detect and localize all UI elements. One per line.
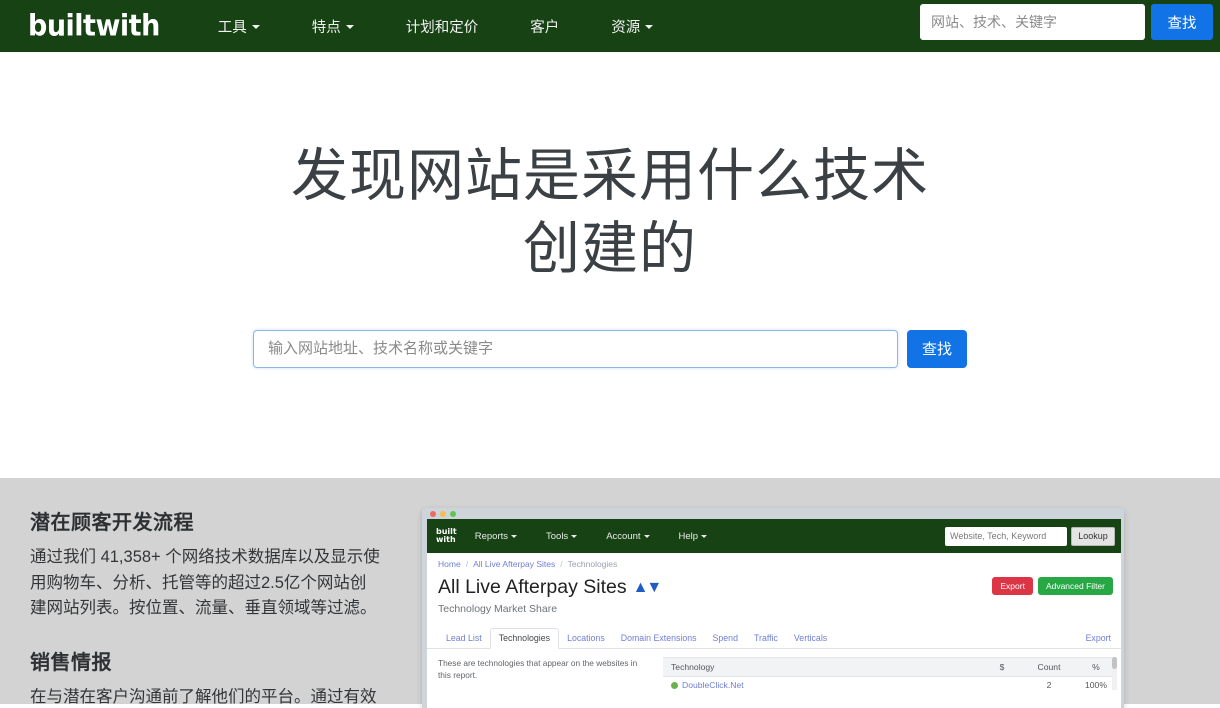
mockup-nav-account[interactable]: Account [606, 530, 650, 542]
mockup-nav-tools[interactable]: Tools [546, 530, 578, 542]
nav-item-label: 特点 [311, 19, 341, 36]
mockup-page-subtitle: Technology Market Share [438, 603, 558, 615]
mockup-nav-help[interactable]: Help [679, 531, 708, 542]
breadcrumb-current: Technologies [567, 559, 618, 569]
window-close-icon [430, 510, 436, 517]
mockup-search-group: Lookup [945, 526, 1115, 546]
status-dot-icon [671, 681, 678, 689]
tab-traffic[interactable]: Traffic [746, 629, 786, 648]
nav-item-customers[interactable]: 客户 [530, 16, 559, 37]
chevron-down-icon [645, 25, 654, 29]
breadcrumb-separator: / [465, 559, 469, 569]
nav-item-tools[interactable]: 工具 [218, 16, 260, 37]
table-scrollbar[interactable] [1112, 657, 1117, 690]
tab-spend[interactable]: Spend [705, 629, 746, 648]
mockup-search-input[interactable] [945, 526, 1067, 546]
mockup-lookup-button[interactable]: Lookup [1071, 526, 1115, 546]
hero-section: 发现网站是采用什么技术创建的 查找 [0, 52, 1220, 478]
tab-domain-extensions[interactable]: Domain Extensions [613, 629, 705, 648]
table-row[interactable]: DoubleClick.Net 2 100% [663, 677, 1117, 690]
tab-lead-list[interactable]: Lead List [438, 629, 490, 648]
breadcrumb-home[interactable]: Home [438, 559, 461, 569]
nav-item-label: 客户 [530, 19, 560, 36]
mockup-nav-label: Tools [546, 530, 569, 542]
column-header-count[interactable]: Count [1023, 662, 1075, 672]
features-text-column: 潜在顾客开发流程 通过我们 41,358+ 个网络技术数据库以及显示使用购物车、… [0, 506, 400, 706]
mockup-navbar: builtwith Reports Tools Account Help Loo… [427, 519, 1121, 553]
chevron-down-icon [511, 534, 517, 538]
column-header-technology[interactable]: Technology [663, 662, 981, 672]
mockup-builtwith-logo[interactable]: built with [436, 528, 457, 544]
technology-name[interactable]: DoubleClick.Net [682, 680, 744, 690]
mockup-page-header: All Live Afterpay Sites ▲▼ Technology Ma… [427, 573, 1121, 615]
mockup-header-actions: Export Advanced Filter [992, 577, 1113, 595]
chevron-down-icon [571, 534, 578, 538]
nav-item-resources[interactable]: 资源 [611, 16, 654, 37]
cell-count: 2 [1046, 680, 1052, 690]
page-title: 发现网站是采用什么技术创建的 [291, 144, 929, 281]
header-search-group: 查找 [920, 4, 1213, 40]
header-search-input[interactable] [920, 4, 1145, 40]
feature-heading-lead-generation: 潜在顾客开发流程 [30, 512, 194, 534]
feature-body-sales-intelligence: 在与潜在客户沟通前了解他们的平台。通过有效的市场采用提高您的转化率。 [30, 687, 377, 706]
product-screenshot-mockup: builtwith Reports Tools Account Help Loo… [422, 508, 1124, 708]
breadcrumb-report[interactable]: All Live Afterpay Sites [473, 559, 555, 569]
mockup-content-area: These are technologies that appear on th… [427, 649, 1121, 690]
chevron-down-icon [251, 25, 260, 29]
site-header: builtwith 工具 特点 计划和定价 客户 资源 查找 [0, 0, 1220, 52]
mockup-window-titlebar [422, 508, 1124, 519]
hero-search-group: 查找 [0, 329, 1220, 368]
nav-item-label: 资源 [611, 19, 641, 36]
mockup-nav-reports[interactable]: Reports [475, 531, 517, 542]
export-button[interactable]: Export [992, 577, 1033, 595]
feature-body-lead-generation: 通过我们 41,358+ 个网络技术数据库以及显示使用购物车、分析、托管等的超过… [30, 548, 380, 618]
technology-table: Technology $ Count % DoubleClick.Net 2 1… [663, 657, 1117, 690]
mockup-nav-label: Account [606, 530, 641, 542]
mockup-nav-label: Reports [474, 530, 508, 542]
mockup-nav-label: Help [678, 530, 699, 542]
tab-technologies[interactable]: Technologies [489, 628, 560, 649]
nav-item-plans-pricing[interactable]: 计划和定价 [406, 16, 479, 37]
chevron-down-icon [345, 25, 354, 29]
column-header-percent[interactable]: % [1075, 662, 1117, 672]
breadcrumb-separator: / [560, 559, 563, 569]
breadcrumb: Home / All Live Afterpay Sites / Technol… [427, 553, 1121, 573]
column-header-spend[interactable]: $ [981, 662, 1023, 672]
window-maximize-icon [450, 510, 456, 517]
nav-item-label: 工具 [217, 19, 247, 36]
mockup-page-title: All Live Afterpay Sites [438, 576, 627, 598]
nav-item-label: 计划和定价 [405, 19, 479, 36]
mockup-tab-bar: Lead List Technologies Locations Domain … [427, 628, 1121, 649]
cell-technology: DoubleClick.Net [663, 680, 981, 690]
table-header-row: Technology $ Count % [663, 657, 1117, 677]
mockup-page-body: builtwith Reports Tools Account Help Loo… [427, 519, 1121, 708]
hero-search-input[interactable] [253, 329, 898, 368]
cell-percent: 100% [1085, 680, 1107, 690]
scrollbar-thumb[interactable] [1112, 657, 1117, 669]
feature-heading-sales-intelligence: 销售情报 [30, 651, 112, 674]
chevron-down-icon [701, 534, 708, 538]
tab-bar-export-link[interactable]: Export [1086, 633, 1111, 643]
afterpay-logo-icon: ▲▼ [632, 578, 663, 596]
mockup-description-note: These are technologies that appear on th… [438, 658, 638, 681]
tab-locations[interactable]: Locations [559, 629, 613, 648]
chevron-down-icon [643, 534, 650, 538]
main-navigation: 工具 特点 计划和定价 客户 资源 [218, 16, 654, 37]
window-minimize-icon [440, 510, 446, 517]
hero-search-button[interactable]: 查找 [907, 329, 967, 368]
header-search-button[interactable]: 查找 [1151, 4, 1213, 40]
builtwith-logo[interactable]: builtwith [28, 11, 160, 40]
nav-item-features[interactable]: 特点 [312, 16, 354, 37]
tab-verticals[interactable]: Verticals [786, 629, 835, 648]
advanced-filter-button[interactable]: Advanced Filter [1037, 577, 1113, 595]
